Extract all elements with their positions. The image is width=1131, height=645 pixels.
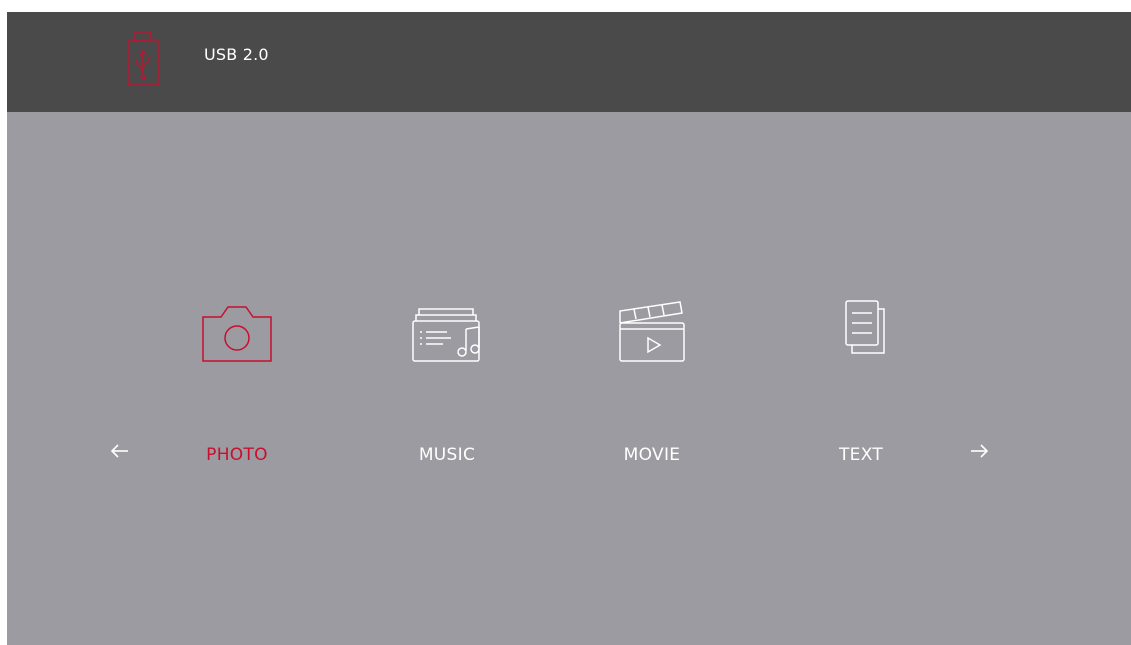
media-label-text: TEXT [838,445,884,465]
media-browser-screen: USB 2.0 PHOTO MUSIC MOVIE TEXT [7,12,1131,645]
media-item-movie[interactable]: MOVIE [572,297,732,477]
media-item-music[interactable]: MUSIC [367,297,527,477]
media-label-photo: PHOTO [206,445,268,465]
media-item-text[interactable]: TEXT [781,297,941,477]
header-bar: USB 2.0 [7,12,1131,112]
media-label-music: MUSIC [418,445,476,465]
usb-drive-icon [126,30,160,88]
camera-icon [157,297,317,397]
media-item-photo[interactable]: PHOTO [157,297,317,477]
arrow-right-icon[interactable] [967,439,991,463]
arrow-left-icon[interactable] [108,439,132,463]
device-label: USB 2.0 [204,45,269,64]
clapperboard-icon [572,297,732,397]
document-icon [781,297,941,397]
media-label-movie: MOVIE [623,445,681,465]
music-library-icon [367,297,527,397]
